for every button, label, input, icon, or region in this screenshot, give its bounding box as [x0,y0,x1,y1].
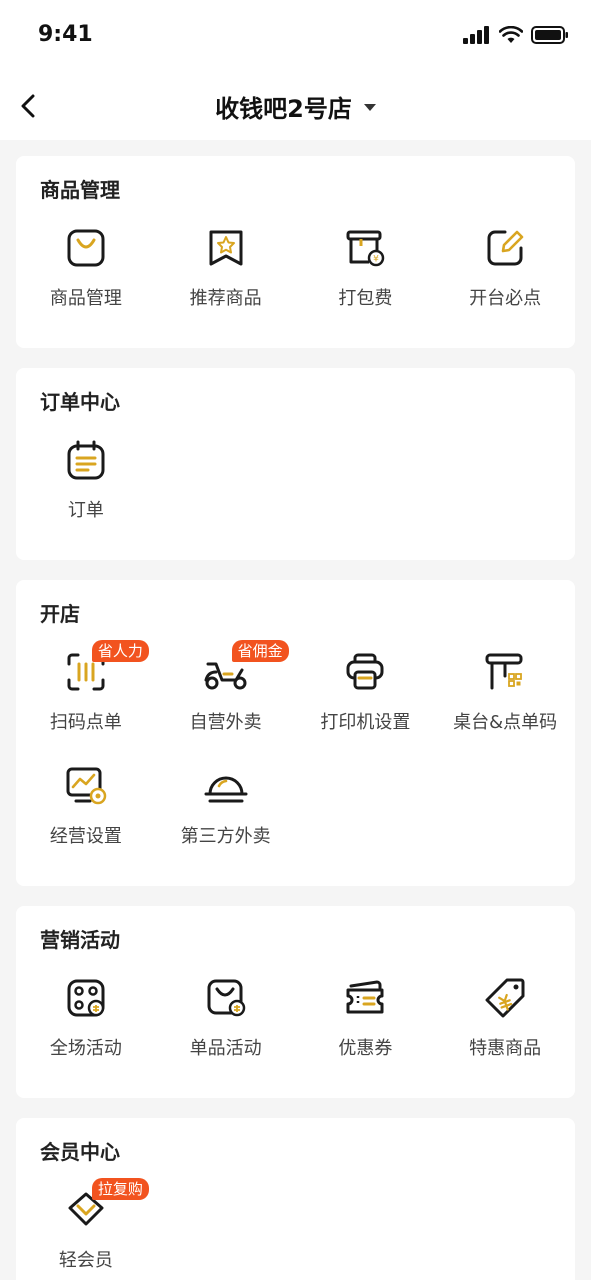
menu-item-coupons[interactable]: 优惠券 [296,968,436,1082]
menu-item-label: 全场活动 [49,1038,122,1059]
menu-item-printer-settings[interactable]: 打印机设置 [296,642,436,756]
section-title: 订单中心 [40,390,120,414]
status-icons [463,26,569,44]
section-marketing: 营销活动 全场活动 单品活动 优惠券 特惠商品 [16,906,575,1098]
section-order-center: 订单中心 订单 [16,368,575,560]
menu-item-label: 特惠商品 [469,1038,542,1059]
menu-item-label: 打印机设置 [320,712,411,733]
section-member-center: 会员中心 拉复购 轻会员 [16,1118,575,1280]
order-list-icon [62,436,110,484]
back-button[interactable] [8,86,48,126]
section-title: 营销活动 [40,928,120,952]
package-fee-icon: ¥ [341,224,389,272]
nav-bar: 收钱吧2号店 [0,72,591,140]
status-bar: 9:41 [0,0,591,72]
menu-item-label: 订单 [67,500,104,521]
printer-icon [341,648,389,696]
section-open-store: 开店 省人力 扫码点单 省佣金 自营外卖 打印机设置 桌台&点单码 经营设置 第… [16,580,575,886]
food-cloche-icon [202,762,250,810]
section-product-management: 商品管理 商品管理 推荐商品 ¥ 打包费 开台必点 [16,156,575,348]
menu-item-label: 扫码点单 [49,712,122,733]
price-tag-icon [481,974,529,1022]
section-title: 开店 [40,602,80,626]
wifi-icon [499,26,523,43]
menu-item-label: 开台必点 [469,288,542,309]
coupon-icon [341,974,389,1022]
menu-item-single-item-activity[interactable]: 单品活动 [156,968,296,1082]
menu-item-third-party-delivery[interactable]: 第三方外卖 [156,756,296,870]
caret-down-icon [363,103,376,111]
menu-item-table-qr[interactable]: 桌台&点单码 [435,642,575,756]
menu-item-scan-order[interactable]: 省人力 扫码点单 [16,640,156,756]
store-name: 收钱吧2号店 [215,94,352,123]
menu-item-label: 第三方外卖 [180,826,271,847]
menu-item-self-delivery[interactable]: 省佣金 自营外卖 [156,640,296,756]
menu-item-label: 推荐商品 [189,288,262,309]
badge-repurchase: 拉复购 [91,1178,149,1200]
menu-item-label: 单品活动 [189,1038,262,1059]
menu-item-label: 轻会员 [58,1250,113,1271]
store-activity-icon [62,974,110,1022]
svg-text:¥: ¥ [374,255,380,265]
main-content: 商品管理 商品管理 推荐商品 ¥ 打包费 开台必点 订单中心 订单 开店 省人力… [0,140,591,1280]
edit-pencil-icon [481,224,529,272]
menu-item-label: 优惠券 [338,1038,393,1059]
badge-save-labor: 省人力 [91,640,149,662]
menu-item-business-settings[interactable]: 经营设置 [16,756,156,870]
store-selector[interactable]: 收钱吧2号店 [215,89,376,124]
badge-save-commission: 省佣金 [231,640,289,662]
menu-item-lite-membership[interactable]: 拉复购 轻会员 [16,1178,156,1280]
menu-item-label: 商品管理 [49,288,122,309]
menu-item-label: 经营设置 [49,826,122,847]
menu-item-special-offers[interactable]: 特惠商品 [435,968,575,1082]
shopping-bag-icon [62,224,110,272]
section-title: 商品管理 [40,178,120,202]
status-time: 9:41 [38,22,93,47]
member-diamond-icon: 拉复购 [62,1178,149,1234]
menu-item-packaging-fee[interactable]: ¥ 打包费 [296,218,436,332]
scan-order-icon: 省人力 [62,640,149,696]
menu-item-product-management[interactable]: 商品管理 [16,218,156,332]
signal-icon [463,26,489,44]
battery-icon [531,26,568,44]
menu-item-must-order[interactable]: 开台必点 [435,218,575,332]
chevron-left-icon [21,94,35,118]
scooter-icon: 省佣金 [202,640,289,696]
menu-item-label: 打包费 [338,288,393,309]
menu-item-label: 桌台&点单码 [453,712,558,733]
business-settings-icon [62,762,110,810]
menu-item-label: 自营外卖 [189,712,262,733]
star-bookmark-icon [202,224,250,272]
menu-item-orders[interactable]: 订单 [16,430,156,544]
menu-item-store-wide-activity[interactable]: 全场活动 [16,968,156,1082]
menu-item-recommended-products[interactable]: 推荐商品 [156,218,296,332]
item-activity-icon [202,974,250,1022]
table-qr-icon [481,648,529,696]
section-title: 会员中心 [40,1140,120,1164]
